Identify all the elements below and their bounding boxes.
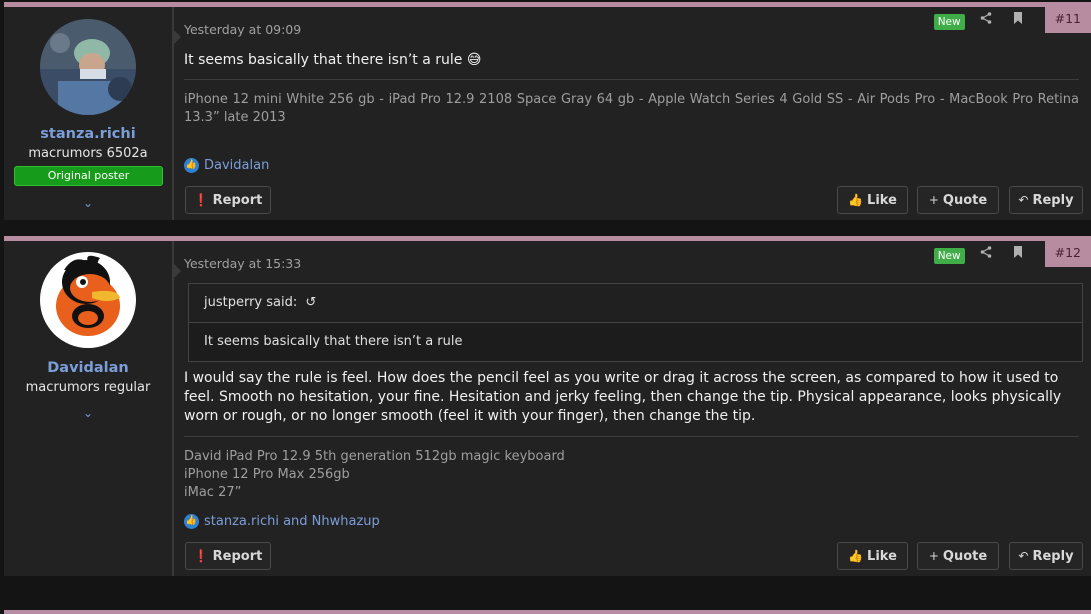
like-button[interactable]: 👍 Like: [837, 542, 908, 570]
bookmark-icon[interactable]: [1011, 246, 1025, 261]
avatar-image: [40, 252, 136, 348]
user-title: macrumors regular: [25, 380, 151, 395]
reply-label: Reply: [1032, 193, 1074, 208]
user-column: Davidalan macrumors regular ⌄: [4, 241, 181, 576]
reaction-users[interactable]: Davidalan: [204, 158, 269, 173]
exclamation-circle-icon: ❗: [193, 549, 209, 563]
chevron-down-icon[interactable]: ⌄: [4, 196, 172, 210]
reply-button[interactable]: ↶ Reply: [1009, 186, 1083, 214]
share-icon[interactable]: [979, 246, 993, 261]
reply-button[interactable]: ↶ Reply: [1009, 542, 1083, 570]
signature: David iPad Pro 12.9 5th generation 512gb…: [184, 448, 1079, 502]
quote-block: justperry said: ↺ It seems basically tha…: [188, 283, 1083, 362]
new-badge: New: [933, 248, 965, 264]
share-icon[interactable]: [979, 12, 993, 27]
post-12: Davidalan macrumors regular ⌄ Yesterday …: [4, 236, 1091, 576]
username[interactable]: Davidalan: [4, 360, 172, 376]
signature-divider: [184, 436, 1079, 437]
reply-label: Reply: [1032, 549, 1074, 564]
quote-button[interactable]: + Quote: [917, 542, 999, 570]
undo-arrow-icon[interactable]: ↺: [305, 295, 316, 310]
post-date[interactable]: Yesterday at 09:09: [184, 22, 301, 37]
post-tools: New #11: [933, 7, 1091, 33]
reaction-users[interactable]: stanza.richi and Nhwhazup: [204, 514, 380, 529]
quote-button[interactable]: + Quote: [917, 186, 999, 214]
username[interactable]: stanza.richi: [4, 126, 172, 142]
like-label: Like: [867, 193, 897, 208]
reactions-bar[interactable]: 👍 Davidalan: [184, 158, 269, 173]
exclamation-circle-icon: ❗: [193, 193, 209, 207]
thumbs-up-icon: 👍: [184, 514, 199, 529]
post-message: I would say the rule is feel. How does t…: [184, 370, 1062, 424]
quote-header[interactable]: justperry said: ↺: [189, 284, 1082, 323]
chevron-down-icon[interactable]: ⌄: [4, 406, 172, 420]
like-button[interactable]: 👍 Like: [837, 186, 908, 214]
new-badge: New: [933, 14, 965, 30]
post-number[interactable]: #11: [1044, 7, 1091, 33]
plus-icon: +: [928, 193, 939, 207]
like-label: Like: [867, 549, 897, 564]
thumbs-up-icon: 👍: [848, 193, 864, 207]
post-date[interactable]: Yesterday at 15:33: [184, 256, 301, 271]
bookmark-icon[interactable]: [1011, 12, 1025, 27]
reactions-bar[interactable]: 👍 stanza.richi and Nhwhazup: [184, 514, 380, 529]
reply-arrow-icon: ↶: [1018, 549, 1029, 563]
report-button[interactable]: ❗ Report: [185, 186, 271, 214]
user-column: stanza.richi macrumors 6502a Original po…: [4, 7, 181, 220]
quote-text: It seems basically that there isn’t a ru…: [204, 334, 463, 349]
post-11: stanza.richi macrumors 6502a Original po…: [4, 2, 1091, 220]
post-message: It seems basically that there isn’t a ru…: [184, 52, 482, 68]
report-label: Report: [212, 193, 263, 208]
quote-label: Quote: [942, 193, 988, 208]
original-poster-badge: Original poster: [14, 166, 163, 186]
avatar[interactable]: [40, 19, 136, 115]
signature-line: iPhone 12 Pro Max 256gb: [184, 467, 350, 482]
signature-line: David iPad Pro 12.9 5th generation 512gb…: [184, 449, 565, 464]
post-main: Yesterday at 09:09 New #11 It seems basi…: [184, 7, 1091, 220]
signature: iPhone 12 mini White 256 gb - iPad Pro 1…: [184, 92, 1079, 125]
report-button[interactable]: ❗ Report: [185, 542, 271, 570]
signature-divider: [184, 79, 1079, 80]
quote-label: Quote: [942, 549, 988, 564]
thumbs-up-icon: 👍: [184, 158, 199, 173]
report-label: Report: [212, 549, 263, 564]
user-title: macrumors 6502a: [28, 146, 148, 161]
avatar[interactable]: [40, 252, 136, 348]
next-post-edge: [4, 610, 1091, 614]
quote-author: justperry said:: [204, 295, 298, 310]
post-number[interactable]: #12: [1044, 241, 1091, 267]
post-main: Yesterday at 15:33 New #12 justperry sai…: [184, 241, 1091, 576]
signature-line: iMac 27”: [184, 485, 242, 500]
reply-arrow-icon: ↶: [1018, 193, 1029, 207]
post-tools: New #12: [933, 241, 1091, 267]
thumbs-up-icon: 👍: [848, 549, 864, 563]
avatar-image: [40, 19, 136, 115]
plus-icon: +: [928, 549, 939, 563]
